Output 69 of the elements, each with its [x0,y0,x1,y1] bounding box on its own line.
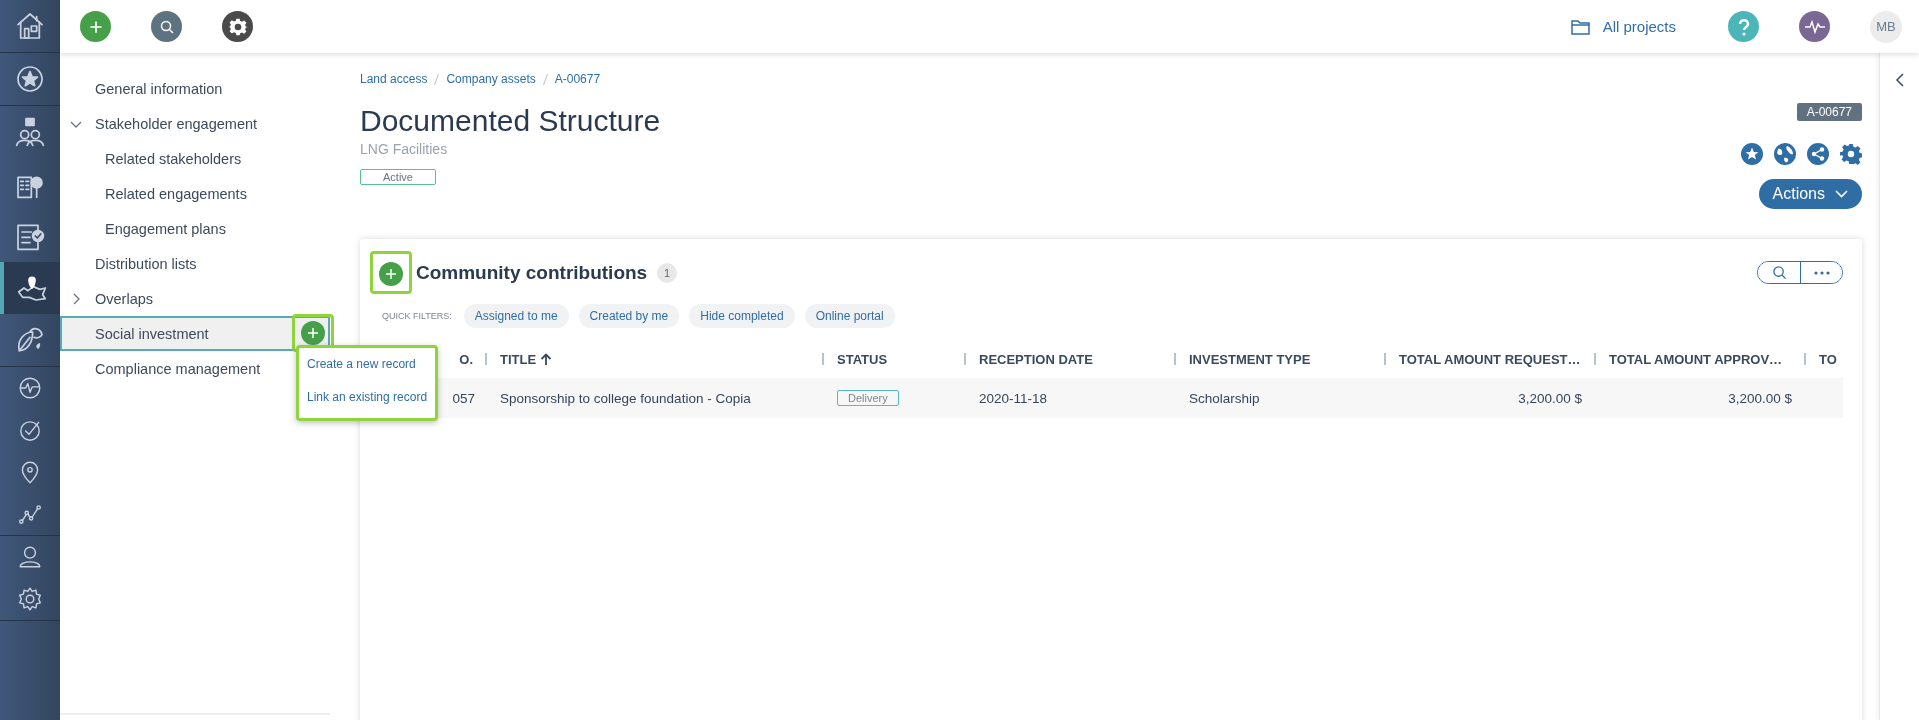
filter-chip[interactable]: Hide completed [689,304,795,328]
collapse-button[interactable] [1895,73,1904,89]
breadcrumb-link[interactable]: Land access [360,72,428,86]
pulse-icon [1803,19,1826,34]
menu-item[interactable]: Create a new record [299,350,436,383]
plus-icon [305,325,321,341]
globe-icon[interactable] [1774,143,1796,165]
menu-item[interactable]: Link an existing record [299,383,436,416]
actions-button[interactable]: Actions [1758,179,1862,209]
nav-item[interactable]: Related stakeholders [60,141,330,176]
table-cell-text: Sponsorship to college foundation - Copia [499,389,752,408]
column-header[interactable]: INVESTMENT TYPE [1174,340,1384,378]
status-badge: Delivery [837,390,899,406]
page-subtitle: LNG Facilities [360,141,449,157]
projects-link[interactable]: All projects [1570,18,1676,35]
breadcrumb-link[interactable]: Company assets [446,72,536,86]
nav-item[interactable]: Distribution lists [60,246,330,281]
search-button[interactable] [151,11,182,42]
chevron-icon [1895,73,1904,87]
column-header[interactable]: O. [459,351,473,367]
nav-item[interactable]: General information [60,71,330,106]
section-title: Community contributions [416,261,648,284]
table-cell-text: 3,200.00 $ [1517,389,1583,408]
search-icon [1771,265,1787,280]
filters-label: QUICK FILTERS: [382,311,452,321]
table-cell-text: 3,200.00 $ [1727,389,1793,408]
add-button[interactable] [80,11,111,42]
activity-button[interactable] [1799,11,1830,42]
nav-item[interactable]: Engagement plans [60,211,330,246]
column-header[interactable]: TO [1804,340,1843,378]
column-header[interactable]: TOTAL AMOUNT REQUEST… [1384,340,1594,378]
help-icon [1736,17,1751,36]
plus-icon [383,266,399,282]
record-id-badge: A-00677 [1796,103,1862,121]
add-button[interactable] [379,262,403,286]
table-cell: 057 [452,390,475,406]
folder-icon [1570,18,1591,35]
search-icon [158,18,175,35]
page-title: Documented Structure [360,104,661,138]
nav-item[interactable]: Overlaps [60,281,330,316]
settings-button[interactable] [222,11,253,42]
user-icon [17,544,43,570]
gear-icon [17,586,43,612]
column-header[interactable]: TOTAL AMOUNT APPROV… [1594,340,1804,378]
gear-icon [227,16,248,37]
table-cell-text: 2020-11-18 [978,389,1049,408]
house-icon [14,10,46,42]
count-badge: 1 [657,262,678,283]
settings-icon[interactable] [1840,143,1862,165]
column-header[interactable]: STATUS [822,340,964,378]
nav-item[interactable]: Stakeholder engagement [60,106,330,141]
people-chat-icon [14,116,46,148]
share-icon[interactable] [1807,143,1829,165]
filter-chip[interactable]: Created by me [578,304,680,328]
more-button[interactable] [1800,262,1842,283]
sidebar-item[interactable] [0,262,60,314]
column-header[interactable]: TITLE [485,340,822,378]
status-badge: Active [360,169,436,185]
column-header[interactable]: RECEPTION DATE [964,340,1174,378]
add-button[interactable] [301,321,325,345]
table-cell-text: Scholarship [1188,389,1261,408]
filter-chip[interactable]: Assigned to me [463,304,569,328]
breadcrumb-link[interactable]: A-00677 [554,72,601,86]
more-icon [1813,270,1830,275]
caret-icon [1835,190,1848,198]
user-avatar[interactable]: MB [1870,10,1902,43]
filter-chip[interactable]: Online portal [804,304,895,328]
nav-item[interactable]: Related engagements [60,176,330,211]
pulse-icon [17,375,43,401]
